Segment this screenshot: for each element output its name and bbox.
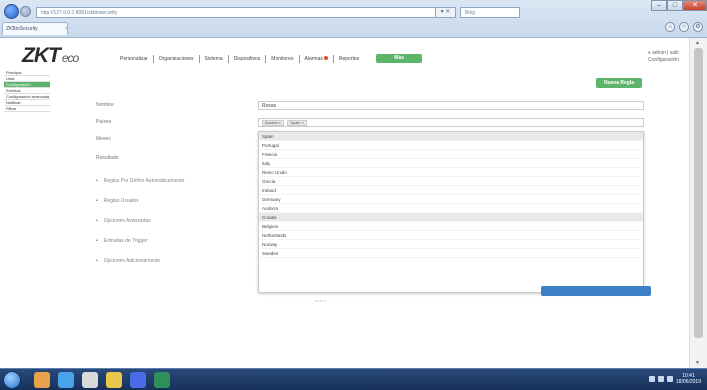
- label-resultado: Resultado: [96, 155, 119, 161]
- taskbar-app-icon[interactable]: [34, 372, 50, 388]
- dropdown-option[interactable]: Andorra: [259, 204, 643, 213]
- dropdown-option[interactable]: Francia: [259, 150, 643, 159]
- paises-multiselect[interactable]: Austria × Spain ×: [258, 118, 644, 127]
- taskbar: 10:41 18/06/2019: [0, 368, 707, 390]
- search-input[interactable]: Bing: [460, 7, 520, 18]
- flag-icon[interactable]: [666, 376, 673, 382]
- scrollbar[interactable]: ▲ ▼: [689, 38, 707, 368]
- status-dot-icon: ●: [647, 50, 651, 56]
- minimize-button[interactable]: –: [651, 0, 667, 11]
- volume-icon[interactable]: [657, 376, 664, 382]
- taskbar-app-icon[interactable]: [58, 372, 74, 388]
- dropdown-option[interactable]: Germany: [259, 195, 643, 204]
- menu-item-reportes[interactable]: Reportes: [332, 54, 364, 63]
- taskbar-app-icon[interactable]: [106, 372, 122, 388]
- alert-badge-icon: [323, 55, 328, 60]
- address-tools[interactable]: ▾ ✕: [436, 7, 456, 18]
- pagination-dots: • • • • •: [315, 298, 327, 303]
- menu-item-label: Personalizar: [120, 55, 148, 62]
- menu-item-sistema[interactable]: Sistema: [198, 54, 228, 63]
- close-window-button[interactable]: ✕: [683, 0, 707, 11]
- menu-item-monitoreo[interactable]: Monitoreo: [265, 54, 298, 63]
- dropdown-option[interactable]: Netherlands: [259, 231, 643, 240]
- menu-item-alarmas[interactable]: Alarmas: [298, 54, 333, 63]
- menu-item-personalizar[interactable]: Personalizar: [115, 55, 153, 63]
- options-list: Reglas Por Definir AutomáticamenteReglas…: [96, 178, 185, 278]
- sidebar: Principal Lista Configuración Eventos Config…: [4, 70, 50, 112]
- system-tray: 10:41 18/06/2019: [648, 373, 701, 385]
- dropdown-option[interactable]: Spain: [259, 132, 643, 141]
- taskbar-app-icon[interactable]: [154, 372, 170, 388]
- logo: ZKT eco: [22, 44, 79, 68]
- label-paises: Países: [96, 119, 112, 125]
- option-link[interactable]: Entradas de Trigger: [96, 238, 184, 258]
- dropdown-option[interactable]: Portugal: [259, 141, 643, 150]
- settings-icon[interactable]: ⚙: [693, 22, 703, 32]
- menu-item-label: Sistema: [204, 55, 223, 62]
- window-buttons: – □ ✕: [651, 0, 707, 11]
- top-menu: Personalizar Organizaciones Sistema Disp…: [115, 54, 423, 63]
- chip-austria[interactable]: Austria ×: [262, 120, 284, 126]
- option-link[interactable]: Opciones Adicionalmente: [96, 258, 184, 278]
- menu-item-label: Dispositivos: [233, 55, 261, 62]
- option-link[interactable]: Reglas Usuales: [96, 198, 184, 218]
- option-link[interactable]: Reglas Por Definir Automáticamente: [96, 178, 185, 198]
- logo-suffix: eco: [61, 51, 79, 65]
- browser-tab[interactable]: ZKBioSecurity ×: [2, 22, 68, 35]
- logo-text: ZKT: [22, 44, 61, 67]
- favorites-icon[interactable]: ☆: [679, 22, 689, 32]
- chip-spain[interactable]: Spain ×: [287, 120, 307, 126]
- menu-item-label: Monitoreo: [271, 55, 294, 62]
- dropdown-option[interactable]: Sweden: [259, 249, 643, 258]
- taskbar-app-icon[interactable]: [82, 372, 98, 388]
- app-page: ZKT eco Personalizar Organizaciones Siste…: [0, 38, 689, 368]
- menu-item-label: Alarmas: [304, 55, 323, 62]
- browser-toolbar: ⌂ ☆ ⚙: [665, 22, 703, 32]
- back-button[interactable]: [4, 4, 19, 19]
- new-rule-button[interactable]: Nueva Regla: [596, 78, 642, 88]
- address-bar[interactable]: http://127.0.0.1:8081/zkbiosecurity: [36, 7, 436, 18]
- maximize-button[interactable]: □: [667, 0, 683, 11]
- home-icon[interactable]: ⌂: [665, 22, 675, 32]
- dropdown-option[interactable]: Belgium: [259, 222, 643, 231]
- dropdown-option[interactable]: Italy: [259, 159, 643, 168]
- browser-chrome: http://127.0.0.1:8081/zkbiosecurity ▾ ✕ …: [0, 0, 707, 38]
- start-button[interactable]: [3, 371, 21, 389]
- dropdown-option[interactable]: Norway: [259, 240, 643, 249]
- menu-item-active[interactable]: Más: [376, 54, 423, 63]
- nombre-field[interactable]: Rosas: [258, 101, 644, 110]
- menu-item-organizaciones[interactable]: Organizaciones: [152, 54, 199, 63]
- menu-item-label: Organizaciones: [158, 55, 194, 62]
- scroll-thumb[interactable]: [694, 48, 703, 338]
- dropdown-option[interactable]: Grecia: [259, 177, 643, 186]
- country-dropdown[interactable]: Spain Portugal Francia Italy Reino Unido Grec…: [258, 131, 644, 293]
- tab-close-icon[interactable]: ×: [65, 26, 67, 32]
- label-meses: Meses: [96, 136, 111, 142]
- forward-button[interactable]: [20, 6, 31, 17]
- scroll-up-icon[interactable]: ▲: [695, 40, 700, 46]
- option-link[interactable]: Opciones Avanzadas: [96, 218, 184, 238]
- taskbar-app-icon[interactable]: [130, 372, 146, 388]
- dropdown-option[interactable]: Croatia: [259, 213, 643, 222]
- scroll-down-icon[interactable]: ▼: [695, 360, 700, 366]
- clock[interactable]: 10:41 18/06/2019: [676, 373, 701, 385]
- user-settings-link[interactable]: Configuración: [648, 57, 679, 64]
- label-nombre: Nombre: [96, 102, 114, 108]
- clock-date: 18/06/2019: [675, 379, 701, 385]
- dropdown-option[interactable]: Ireland: [259, 186, 643, 195]
- sidebar-item[interactable]: Filtrar: [4, 106, 50, 112]
- menu-item-dispositivos[interactable]: Dispositivos: [227, 54, 266, 63]
- dropdown-option[interactable]: Reino Unido: [259, 168, 643, 177]
- user-links[interactable]: admin | salir: [652, 50, 679, 56]
- save-button[interactable]: [541, 286, 651, 296]
- user-box: ● admin | salir Configuración: [648, 50, 679, 64]
- tab-title: ZKBioSecurity: [6, 26, 38, 32]
- network-icon[interactable]: [648, 376, 655, 382]
- menu-item-label: Reportes: [338, 55, 360, 62]
